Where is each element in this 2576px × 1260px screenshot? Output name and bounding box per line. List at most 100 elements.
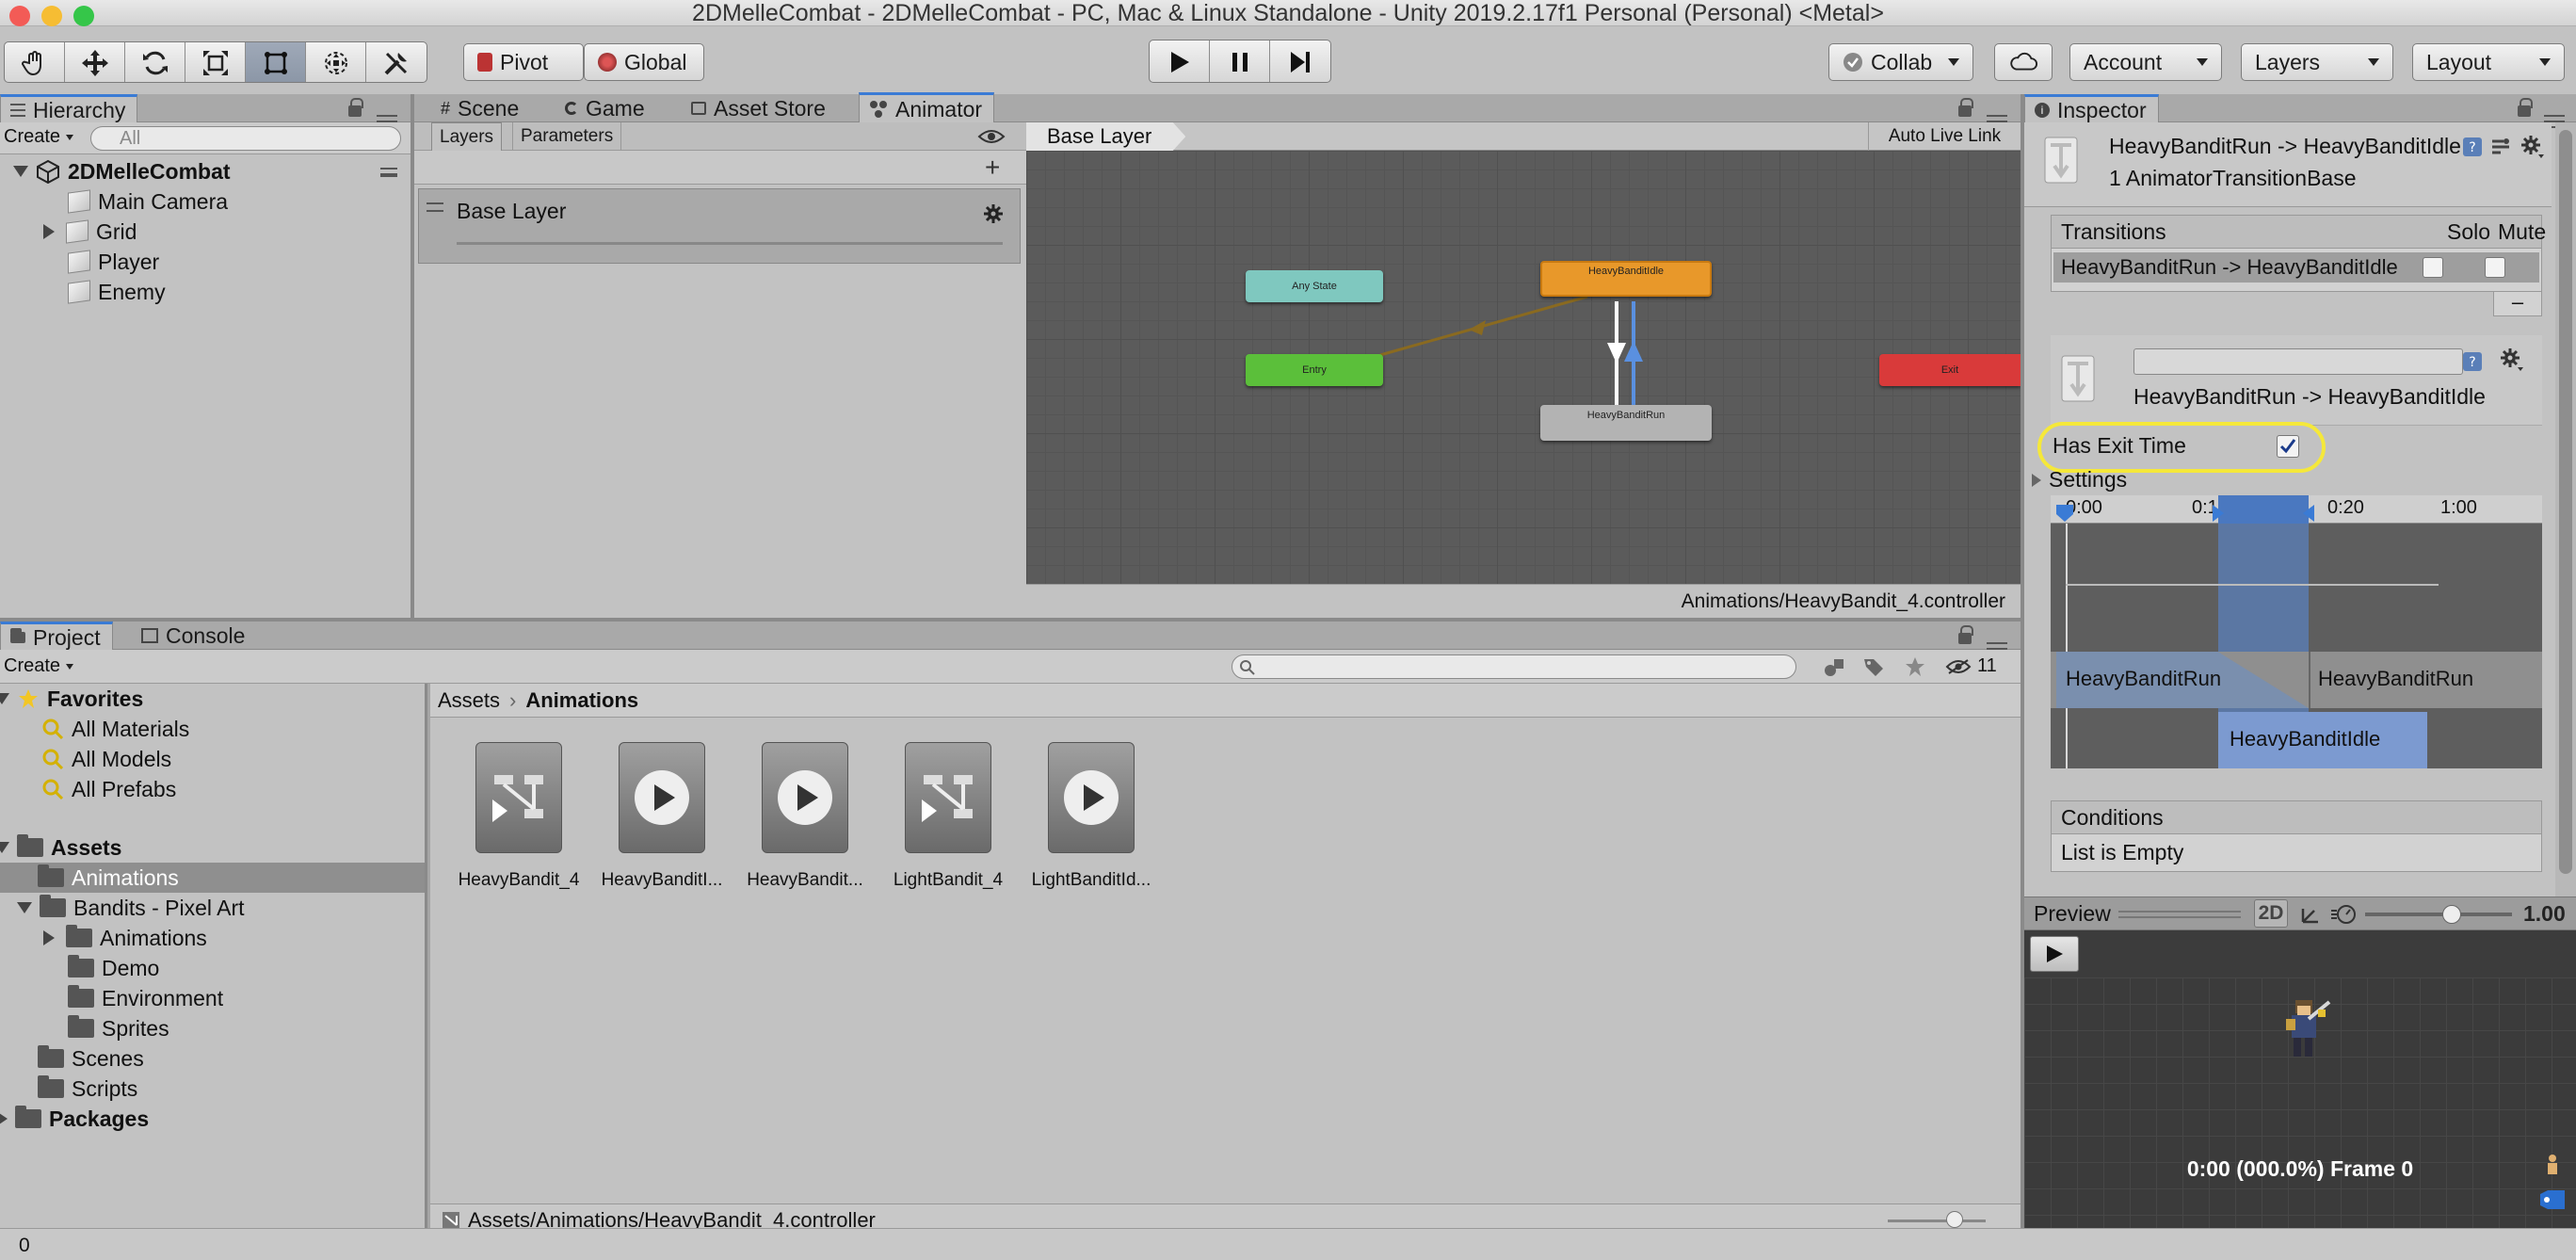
filter-by-type-icon[interactable] bbox=[1823, 655, 1847, 678]
tab-layers[interactable]: Layers bbox=[431, 122, 503, 151]
asset-heavybandit-run-clip[interactable]: HeavyBandit... bbox=[734, 742, 876, 891]
asset-heavybandit-idle-clip[interactable]: HeavyBanditI... bbox=[591, 742, 733, 891]
favorite-item-all-models[interactable]: All Models bbox=[41, 744, 171, 774]
animator-graph-canvas[interactable]: Any State Entry HeavyBanditIdle HeavyBan… bbox=[1026, 151, 2021, 584]
preview-drag-handle[interactable] bbox=[2118, 911, 2241, 918]
tab-asset-store[interactable]: Asset Store bbox=[682, 94, 837, 122]
add-layer-button[interactable]: + bbox=[985, 153, 1000, 183]
favorite-item-all-prefabs[interactable]: All Prefabs bbox=[41, 774, 176, 804]
breadcrumb-current[interactable]: Animations bbox=[525, 688, 638, 713]
global-toggle-button[interactable]: Global bbox=[584, 43, 704, 81]
help-icon[interactable]: ? bbox=[2461, 136, 2484, 158]
move-tool-icon[interactable] bbox=[65, 42, 125, 82]
state-heavy-bandit-idle[interactable]: HeavyBanditIdle bbox=[1540, 261, 1712, 297]
preview-speed-thumb[interactable] bbox=[2442, 905, 2461, 924]
favorite-star-icon[interactable] bbox=[1904, 655, 1926, 678]
expand-triangle-icon[interactable] bbox=[43, 930, 55, 945]
hierarchy-item-main-camera[interactable]: Main Camera bbox=[68, 186, 228, 217]
icon-size-slider-thumb[interactable] bbox=[1946, 1211, 1963, 1228]
scene-root-row[interactable]: 2DMelleCombat bbox=[13, 156, 231, 186]
project-search-input[interactable] bbox=[1232, 654, 1796, 679]
preview-2d-toggle[interactable]: 2D bbox=[2254, 899, 2288, 928]
tab-console[interactable]: Console bbox=[132, 622, 256, 650]
play-button[interactable] bbox=[1150, 40, 1210, 82]
asset-lightbandit-4-controller[interactable]: LightBandit_4 bbox=[877, 742, 1019, 891]
expand-triangle-icon[interactable] bbox=[43, 224, 55, 239]
hierarchy-item-grid[interactable]: Grid bbox=[43, 217, 137, 247]
hierarchy-item-enemy[interactable]: Enemy bbox=[68, 277, 166, 307]
lock-icon[interactable] bbox=[2518, 98, 2533, 117]
bandits-animations-row[interactable]: Animations bbox=[43, 923, 207, 953]
bandits-sprites-row[interactable]: Sprites bbox=[68, 1013, 169, 1043]
preview-viewport[interactable]: 0:00 (000.0%) Frame 0 bbox=[2024, 977, 2576, 1228]
bandits-demo-row[interactable]: Demo bbox=[68, 953, 159, 983]
icon-size-slider[interactable] bbox=[1888, 1220, 1986, 1222]
favorites-row[interactable]: Favorites bbox=[0, 684, 143, 714]
avatar-figure-icon[interactable] bbox=[2542, 1153, 2563, 1181]
preview-speed-slider[interactable] bbox=[2365, 913, 2512, 916]
hierarchy-search-input[interactable]: All bbox=[90, 126, 401, 151]
lock-icon[interactable] bbox=[1958, 625, 1973, 644]
state-heavy-bandit-run[interactable]: HeavyBanditRun bbox=[1540, 405, 1712, 441]
transition-start-marker[interactable] bbox=[2211, 503, 2226, 524]
drag-handle-icon[interactable] bbox=[427, 202, 443, 212]
assets-animations-row[interactable]: Animations bbox=[38, 863, 179, 893]
asset-heavybandit-4-controller[interactable]: HeavyBandit_4 bbox=[448, 742, 589, 891]
transition-row-selected[interactable]: HeavyBanditRun -> HeavyBanditIdle bbox=[2053, 252, 2539, 283]
has-exit-time-checkbox[interactable] bbox=[2277, 435, 2299, 458]
help-icon[interactable]: ? bbox=[2461, 350, 2484, 373]
filter-by-label-icon[interactable] bbox=[1862, 655, 1885, 678]
assets-scenes-row[interactable]: Scenes bbox=[38, 1043, 144, 1074]
transition-name-field[interactable] bbox=[2133, 348, 2463, 375]
transition-duration-ruler[interactable] bbox=[2218, 495, 2309, 524]
assets-scripts-row[interactable]: Scripts bbox=[38, 1074, 137, 1104]
hierarchy-item-player[interactable]: Player bbox=[68, 247, 159, 277]
scene-menu-icon[interactable] bbox=[380, 168, 397, 177]
settings-foldout[interactable]: Settings bbox=[2032, 467, 2127, 493]
state-any-state[interactable]: Any State bbox=[1246, 270, 1383, 302]
breadcrumb-base-layer[interactable]: Base Layer bbox=[1026, 122, 1186, 151]
lock-icon[interactable] bbox=[1958, 98, 1973, 117]
asset-label-tag-icon[interactable] bbox=[2538, 1188, 2567, 1215]
bandits-environment-row[interactable]: Environment bbox=[68, 983, 223, 1013]
hidden-packages-toggle[interactable]: 11 bbox=[1945, 655, 1997, 677]
layout-dropdown[interactable]: Layout bbox=[2412, 43, 2565, 81]
tab-parameters[interactable]: Parameters bbox=[512, 122, 622, 151]
rect-tool-icon[interactable] bbox=[246, 42, 306, 82]
hand-tool-icon[interactable] bbox=[5, 42, 65, 82]
preset-icon[interactable] bbox=[2489, 136, 2512, 158]
expand-triangle-icon[interactable] bbox=[0, 1111, 8, 1126]
packages-row[interactable]: Packages bbox=[0, 1104, 149, 1134]
inspector-scrollbar[interactable] bbox=[2555, 122, 2576, 897]
rotate-tool-icon[interactable] bbox=[125, 42, 185, 82]
gear-icon[interactable] bbox=[2499, 347, 2525, 373]
tab-inspector[interactable]: i Inspector bbox=[2024, 94, 2159, 122]
expand-triangle-icon[interactable] bbox=[13, 166, 28, 177]
scale-tool-icon[interactable] bbox=[185, 42, 246, 82]
breadcrumb-root[interactable]: Assets bbox=[438, 688, 500, 713]
tab-animator[interactable]: Animator bbox=[859, 92, 995, 122]
state-exit[interactable]: Exit bbox=[1879, 354, 2021, 386]
transform-tool-icon[interactable] bbox=[306, 42, 366, 82]
pivot-toggle-icon[interactable] bbox=[2299, 903, 2322, 926]
remove-transition-button[interactable]: – bbox=[2493, 292, 2542, 316]
tab-scene[interactable]: # Scene bbox=[431, 94, 530, 122]
transition-end-marker[interactable] bbox=[2301, 503, 2316, 524]
expand-triangle-icon[interactable] bbox=[17, 902, 32, 913]
account-dropdown[interactable]: Account bbox=[2069, 43, 2222, 81]
project-create-dropdown[interactable]: Create bbox=[4, 655, 74, 677]
mute-checkbox[interactable] bbox=[2485, 257, 2505, 278]
tab-hierarchy[interactable]: Hierarchy bbox=[0, 94, 138, 122]
pause-button[interactable] bbox=[1210, 40, 1270, 82]
create-dropdown[interactable]: Create bbox=[4, 126, 74, 148]
cloud-button[interactable] bbox=[1994, 43, 2053, 81]
preview-play-button[interactable] bbox=[2030, 936, 2079, 972]
bandits-pixel-art-row[interactable]: Bandits - Pixel Art bbox=[17, 893, 245, 923]
state-entry[interactable]: Entry bbox=[1246, 354, 1383, 386]
assets-row[interactable]: Assets bbox=[0, 832, 121, 863]
playhead-icon[interactable] bbox=[2054, 503, 2075, 524]
favorite-item-all-materials[interactable]: All Materials bbox=[41, 714, 189, 744]
gear-icon[interactable] bbox=[2520, 134, 2546, 160]
custom-tool-icon[interactable] bbox=[366, 42, 427, 82]
tab-project[interactable]: Project bbox=[0, 622, 113, 650]
